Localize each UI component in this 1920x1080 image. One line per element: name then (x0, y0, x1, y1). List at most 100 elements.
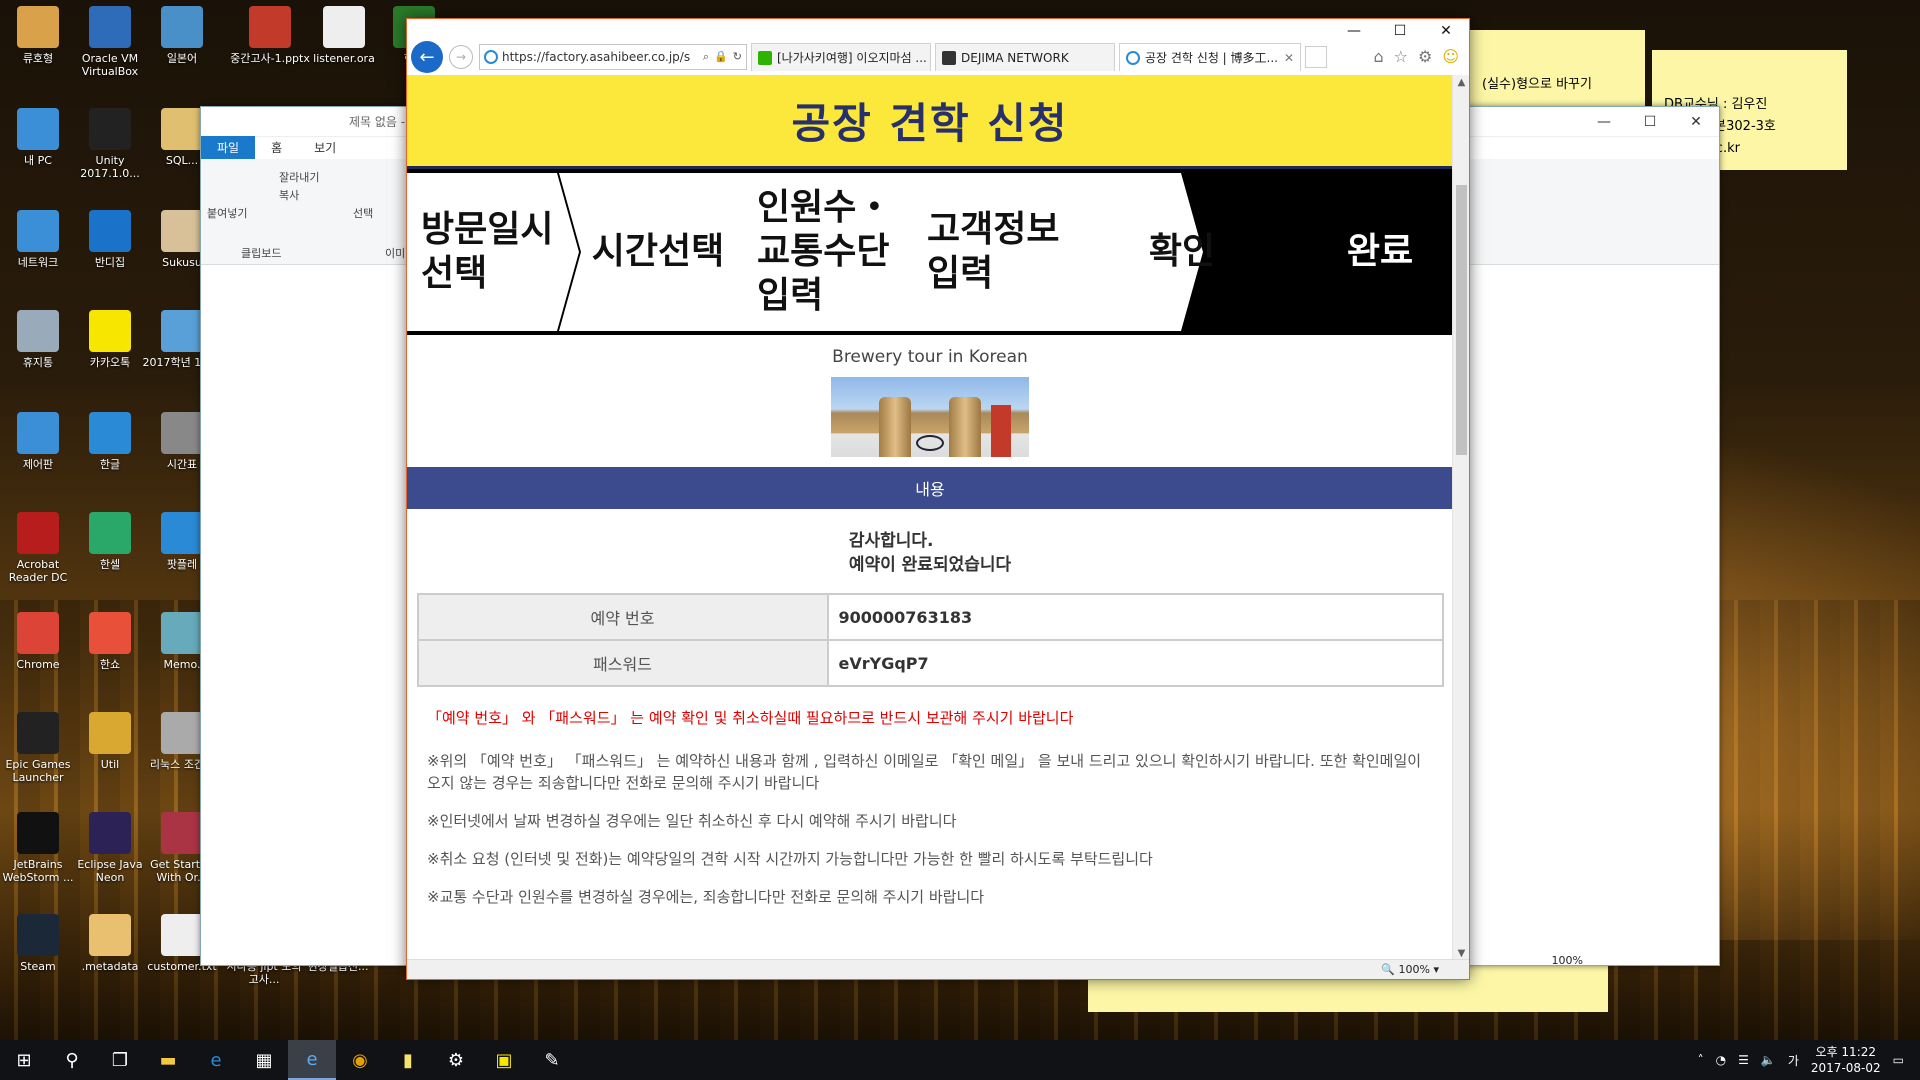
address-bar[interactable]: https://factory.asahibeer.co.jp/s ⌕ 🔒 ↻ (479, 44, 747, 70)
tab-file[interactable]: 파일 (201, 136, 256, 159)
scroll-thumb[interactable] (1456, 185, 1467, 455)
browser-tab-2[interactable]: DEJIMA NETWORK (935, 43, 1115, 71)
paste-button[interactable]: 붙여넣기 (207, 205, 247, 221)
forward-icon[interactable]: → (449, 45, 473, 69)
browser-tab-1[interactable]: [나가사키여행] 이오지마섬 ... (751, 43, 931, 71)
step-label-line: 교통수단 (757, 231, 890, 272)
wifi-icon[interactable]: ☰ (1738, 1053, 1749, 1067)
naver-blog-icon (758, 50, 772, 65)
desktop-app-icon (249, 6, 291, 48)
desktop-app-icon (161, 712, 203, 754)
cut-button[interactable]: 잘라내기 (279, 169, 319, 185)
gear-icon[interactable]: ⚙ (1418, 47, 1432, 66)
close-icon[interactable]: ✕ (1673, 107, 1719, 137)
select-button[interactable]: 선택 (353, 205, 373, 221)
password-label: 패스워드 (416, 639, 829, 687)
close-tab-icon[interactable]: ✕ (1278, 51, 1294, 65)
step-2: 시간선택 (583, 169, 733, 335)
internet-explorer-icon[interactable]: e (288, 1040, 336, 1080)
notification-icon[interactable]: ▭ (1893, 1053, 1904, 1067)
ime-icon[interactable]: 가 (1788, 1052, 1799, 1069)
desktop-icon-label: 중간고사-1.pptx (230, 52, 310, 65)
desktop-app-icon (89, 310, 131, 352)
desktop-app-icon (17, 310, 59, 352)
lock-icon: 🔒 (714, 50, 728, 63)
step-label-line: 입력 (757, 275, 824, 316)
desktop-app-icon (17, 612, 59, 654)
windows-start-icon[interactable]: ⊞ (0, 1040, 48, 1080)
page-title: 공장 견학 신청 (791, 99, 1069, 148)
warning-text: 「예약 번호」 와 「패스워드」 는 예약 확인 및 취소하실때 필요하므로 반… (427, 709, 1074, 727)
back-icon[interactable]: ← (411, 41, 443, 73)
step-5: 확인 (1107, 169, 1257, 335)
desktop-app-icon (17, 914, 59, 956)
network-icon[interactable]: ◔ (1716, 1053, 1726, 1067)
browser-tab-3[interactable]: 공장 견학 신청 | 博多工... ✕ (1119, 43, 1301, 71)
browser-window[interactable]: — ☐ ✕ ← → https://factory.asahibeer.co.j… (406, 18, 1470, 980)
vertical-scrollbar[interactable]: ▲ ▼ (1452, 75, 1469, 961)
volume-icon[interactable]: 🔈 (1761, 1053, 1776, 1067)
password-value: eVrYGqP7 (826, 639, 1444, 687)
edge-icon[interactable]: e (192, 1040, 240, 1080)
desktop-icon[interactable]: 중간고사-1.pptx (228, 6, 312, 65)
section-title: 내용 (915, 480, 945, 499)
scroll-down-icon[interactable]: ▼ (1453, 948, 1470, 959)
paint-icon[interactable]: ✎ (528, 1040, 576, 1080)
browser-toolbar: ← → https://factory.asahibeer.co.jp/s ⌕ … (407, 39, 1469, 75)
tour-caption: Brewery tour in Korean (832, 347, 1028, 367)
progress-steps: 방문일시 선택 시간선택 인원수・ 교통수단 입력 고객정보 입력 확인 완료 (407, 169, 1453, 335)
sticky-note-line: (실수)형으로 바꾸기 (1482, 77, 1592, 92)
banner-shape (991, 405, 1011, 457)
search-icon[interactable]: ⌕ (703, 50, 709, 64)
clock-time: 오후 11:22 (1815, 1045, 1877, 1059)
desktop-icon[interactable]: 일본어 (140, 6, 224, 65)
note-text: ※위의 「예약 번호」 「패스워드」 는 예약하신 내용과 함께 , 입력하신 … (427, 752, 1422, 792)
ie-page-icon (1126, 50, 1140, 65)
step-label: 고객정보 입력 (927, 208, 1059, 296)
note-text: ※취소 요청 (인터넷 및 전화)는 예약당일의 견학 시작 시간까지 가능합니… (427, 850, 1153, 868)
smiley-icon[interactable]: ☺ (1442, 47, 1459, 66)
maximize-icon[interactable]: ☐ (1627, 107, 1673, 137)
desktop-app-icon (17, 812, 59, 854)
browser-toolbar-icons: ⌂ ☆ ⚙ ☺ (1373, 47, 1459, 66)
minimize-icon[interactable]: — (1581, 107, 1627, 137)
paint-zoom-label: 100% (1551, 954, 1583, 967)
steam-icon[interactable]: ⚙ (432, 1040, 480, 1080)
site-icon (942, 50, 956, 65)
browser-titlebar[interactable] (407, 19, 1469, 39)
tab-home[interactable]: 홈 (255, 136, 298, 159)
clock[interactable]: 오후 11:22 2017-08-02 (1811, 1044, 1881, 1076)
star-icon[interactable]: ☆ (1394, 47, 1408, 66)
desktop-app-icon (161, 612, 203, 654)
image-group-label: 이미 (385, 247, 406, 260)
desktop-app-icon (89, 612, 131, 654)
thanks-message: 감사합니다. 예약이 완료되었습니다 (407, 529, 1453, 577)
kakaotalk-icon[interactable]: ▣ (480, 1040, 528, 1080)
step-1: 방문일시 선택 (421, 169, 571, 335)
new-tab-icon[interactable] (1305, 46, 1327, 68)
table-row: 패스워드 eVrYGqP7 (416, 639, 1444, 687)
tab-title: [나가사키여행] 이오지마섬 ... (777, 51, 927, 65)
scroll-up-icon[interactable]: ▲ (1453, 77, 1470, 88)
desktop-app-icon (161, 812, 203, 854)
search-icon[interactable]: ⚲ (48, 1040, 96, 1080)
copy-button[interactable]: 복사 (279, 187, 299, 203)
zoom-control[interactable]: 🔍 100% ▾ (1381, 963, 1439, 976)
address-tools: ⌕ 🔒 ↻ (703, 50, 742, 64)
chevron-up-icon[interactable]: ˄ (1698, 1053, 1704, 1067)
chrome-icon[interactable]: ◉ (336, 1040, 384, 1080)
step-label-line: 선택 (421, 253, 488, 294)
sticky-notes-icon[interactable]: ▮ (384, 1040, 432, 1080)
file-explorer-icon[interactable]: ▬ (144, 1040, 192, 1080)
address-text: https://factory.asahibeer.co.jp/s (502, 50, 691, 64)
step-label: 방문일시 선택 (421, 208, 553, 296)
store-icon[interactable]: ▦ (240, 1040, 288, 1080)
refresh-icon[interactable]: ↻ (733, 50, 742, 64)
step-label-line: 인원수・ (757, 187, 893, 228)
task-view-icon[interactable]: ❐ (96, 1040, 144, 1080)
reservation-number-value: 900000763183 (826, 593, 1444, 641)
desktop-app-icon (89, 108, 131, 150)
home-icon[interactable]: ⌂ (1373, 47, 1383, 66)
tab-view[interactable]: 보기 (298, 136, 352, 159)
step-label-line: 방문일시 (421, 209, 554, 250)
